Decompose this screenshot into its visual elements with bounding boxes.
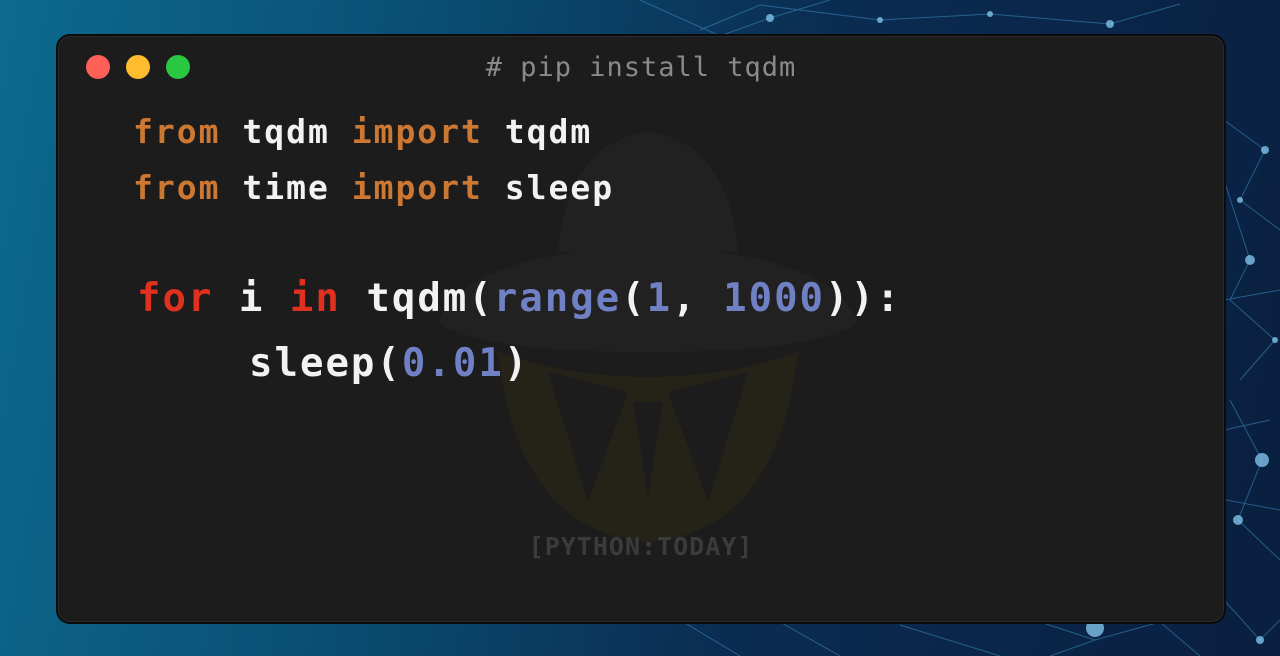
paren-close: ) (503, 341, 530, 386)
code-line-4: sleep(0.01) (249, 341, 529, 386)
imported-name: sleep (482, 168, 615, 207)
number-start: 1 (646, 276, 673, 321)
code-editor: from tqdm import tqdm from time import s… (58, 36, 899, 386)
module-name: tqdm (220, 112, 352, 151)
sleep-call: sleep( (249, 341, 402, 386)
tqdm-call: tqdm( (340, 276, 494, 321)
paren-close-colon: )): (825, 276, 902, 321)
loop-variable: i (213, 276, 290, 321)
code-line-2: from time import sleep (133, 168, 614, 207)
builtin-range: range (493, 276, 622, 321)
code-line-3: for i in tqdm(range(1, 1000)): (137, 276, 901, 321)
keyword-import: import (351, 168, 483, 207)
window-titlebar: # pip install tqdm (58, 36, 1224, 100)
module-name: time (220, 168, 352, 207)
watermark-text: [PYTHON:TODAY] (528, 532, 754, 561)
window-title: # pip install tqdm (485, 52, 797, 83)
code-line-1: from tqdm import tqdm (133, 112, 592, 151)
code-window: # pip install tqdm [PYTHON:TODAY] from t… (56, 34, 1226, 624)
keyword-import: import (351, 112, 483, 151)
imported-name: tqdm (482, 112, 593, 151)
keyword-from: from (133, 112, 221, 151)
number-stop: 1000 (723, 276, 826, 321)
comma: , (672, 276, 724, 321)
keyword-from: from (133, 168, 221, 207)
number-delay: 0.01 (401, 341, 504, 386)
keyword-in: in (289, 276, 341, 321)
keyword-for: for (137, 276, 214, 321)
paren-open: ( (621, 276, 647, 321)
